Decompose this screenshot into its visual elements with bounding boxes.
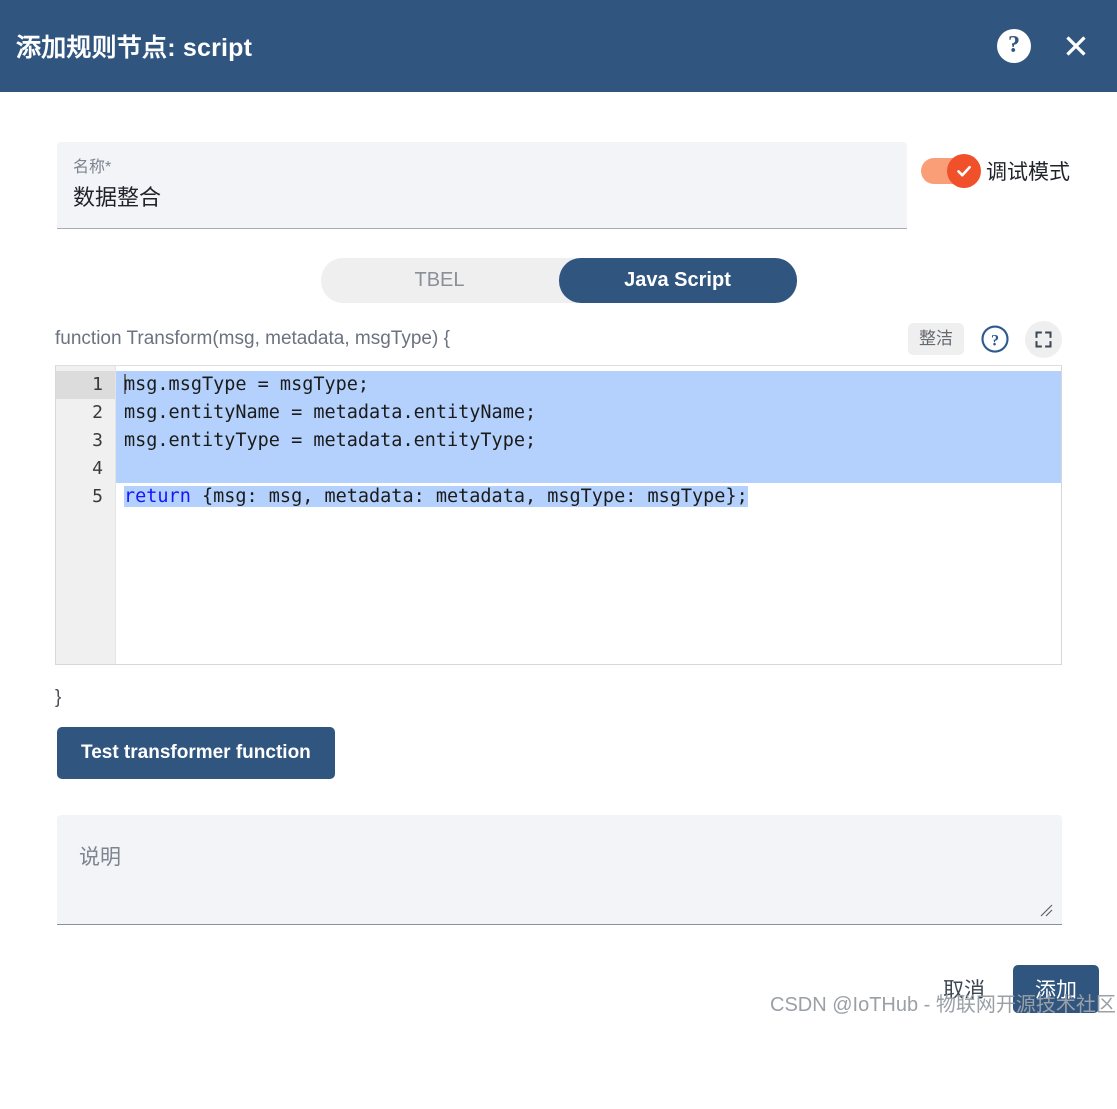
- code-line: msg.entityType = metadata.entityType;: [116, 427, 1061, 455]
- svg-text:?: ?: [990, 331, 998, 349]
- name-and-debug-row: 名称* 数据整合 调试模式: [0, 92, 1117, 229]
- line-number: 2: [92, 402, 103, 423]
- debug-mode-label: 调试模式: [986, 161, 1070, 184]
- cancel-button[interactable]: 取消: [929, 966, 999, 1012]
- page-title: 添加规则节点: script: [16, 34, 253, 62]
- code-help-icon[interactable]: ?: [976, 321, 1013, 358]
- code-line-text: {msg: msg, metadata: metadata, msgType: …: [190, 486, 748, 507]
- name-value: 数据整合: [73, 184, 162, 210]
- line-number: 3: [92, 430, 103, 451]
- description-input[interactable]: 说明: [57, 815, 1062, 925]
- resize-grip-icon[interactable]: [1038, 902, 1054, 918]
- code-line: msg.entityName = metadata.entityName;: [116, 399, 1061, 427]
- dialog-header: 添加规则节点: script ? ✕: [0, 0, 1117, 92]
- debug-mode-toggle-group[interactable]: 调试模式: [921, 154, 1070, 188]
- dialog-footer: 取消 添加: [0, 949, 1117, 1029]
- code-line-text: msg.entityType = metadata.entityType;: [124, 430, 537, 451]
- language-tabs: TBEL Java Script: [0, 258, 1117, 303]
- code-editor-section: function Transform(msg, metadata, msgTyp…: [55, 320, 1062, 665]
- line-number: 4: [92, 458, 103, 479]
- add-button[interactable]: 添加: [1013, 965, 1099, 1013]
- header-actions: ? ✕: [997, 29, 1093, 63]
- question-mark-circle-icon[interactable]: ?: [997, 29, 1031, 63]
- language-segmented-control: TBEL Java Script: [320, 258, 797, 303]
- line-number-gutter: 1 2 3 4 5: [56, 366, 116, 664]
- code-line: return {msg: msg, metadata: metadata, ms…: [116, 483, 1061, 511]
- code-line: msg.msgType = msgType;: [116, 371, 1061, 399]
- function-closing-brace: }: [55, 687, 62, 708]
- code-line-text: msg.msgType = msgType;: [124, 374, 370, 395]
- debug-mode-toggle[interactable]: [921, 154, 981, 188]
- code-text-area[interactable]: msg.msgType = msgType; msg.entityName = …: [116, 366, 1061, 664]
- function-signature: function Transform(msg, metadata, msgTyp…: [55, 328, 450, 349]
- check-icon: [957, 165, 971, 177]
- fullscreen-icon[interactable]: [1025, 320, 1062, 358]
- name-label: 名称*: [73, 159, 112, 176]
- tab-tbel[interactable]: TBEL: [321, 258, 559, 303]
- close-icon[interactable]: ✕: [1059, 29, 1093, 63]
- code-keyword: return: [124, 486, 191, 507]
- line-number: 1: [56, 371, 115, 399]
- tab-javascript[interactable]: Java Script: [558, 258, 797, 303]
- code-toolbar-actions: 整洁 ?: [908, 320, 1062, 358]
- code-line-text: msg.entityName = metadata.entityName;: [124, 402, 537, 423]
- tidy-button[interactable]: 整洁: [908, 322, 964, 356]
- code-editor-toolbar: function Transform(msg, metadata, msgTyp…: [55, 320, 1062, 358]
- code-editor[interactable]: 1 2 3 4 5 msg.msgType = msgType; msg.ent…: [55, 365, 1062, 665]
- toggle-knob: [947, 154, 981, 188]
- test-transformer-function-button[interactable]: Test transformer function: [57, 727, 335, 779]
- description-placeholder: 说明: [79, 846, 121, 869]
- name-input[interactable]: 名称* 数据整合: [57, 142, 907, 229]
- dialog-body: 名称* 数据整合 调试模式 TBEL Java Script function …: [0, 92, 1117, 1029]
- code-line: [116, 455, 1061, 483]
- line-number: 5: [92, 486, 103, 507]
- code-line-selection: return {msg: msg, metadata: metadata, ms…: [124, 486, 748, 507]
